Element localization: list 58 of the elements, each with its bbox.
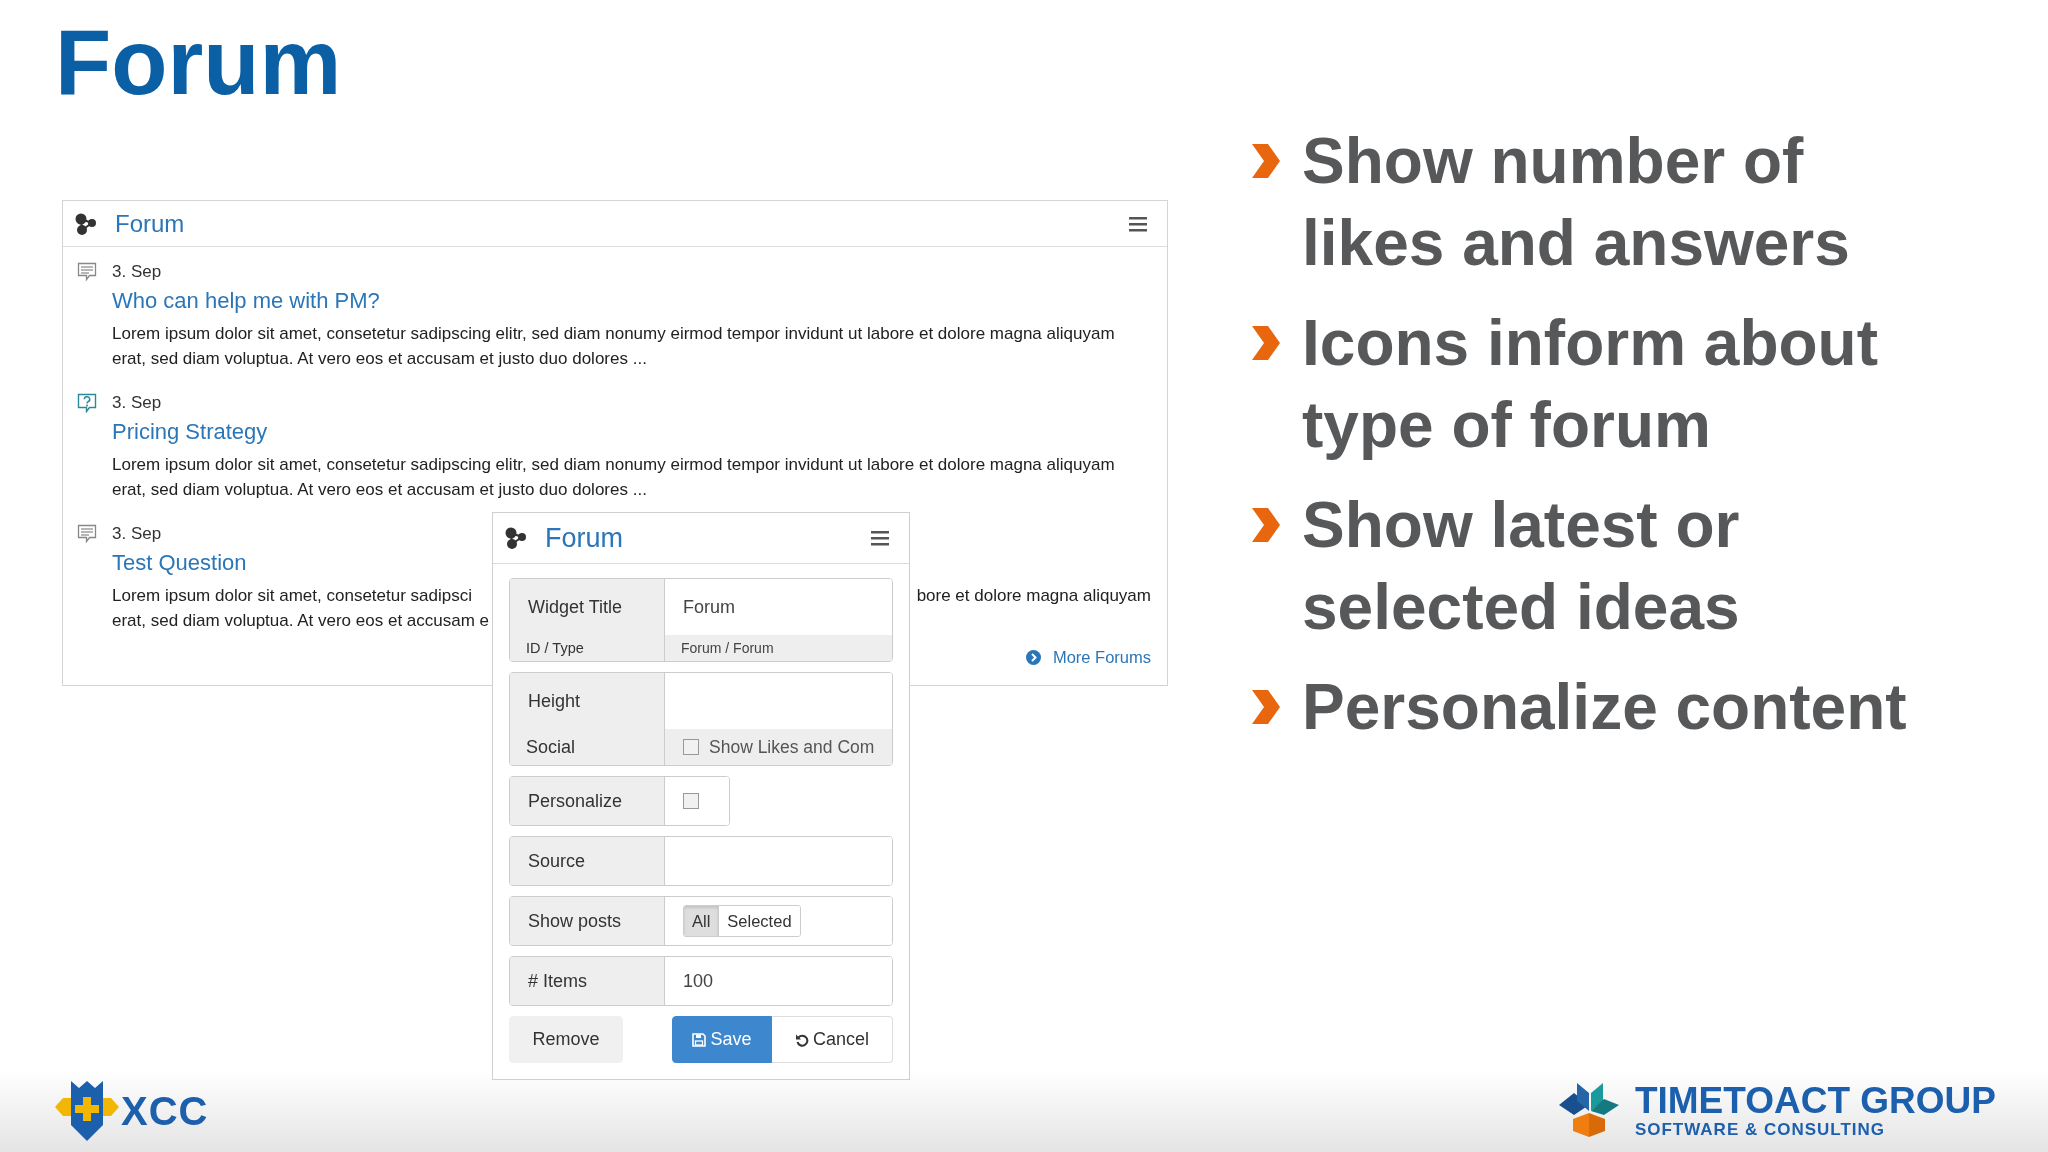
chevron-icon — [1252, 326, 1280, 360]
shield-cross-icon — [55, 1079, 119, 1143]
field-label: Source — [510, 837, 665, 885]
nodes-icon — [75, 212, 97, 235]
cancel-button[interactable]: Cancel — [772, 1016, 893, 1063]
post-text: Lorem ipsum dolor sit amet, consetetur sadipsci — [112, 585, 472, 607]
star-icon — [1558, 1083, 1619, 1139]
logo-text: TIMETOACT GROUP — [1634, 1082, 1996, 1120]
post-text: bore et dolore magna aliquyam — [916, 585, 1151, 607]
logo-tagline: SOFTWARE & CONSULTING — [1634, 1120, 1887, 1140]
bullet-text: Show number of likes and answers — [1302, 124, 1851, 281]
checkbox-label: Show Likes and Com — [709, 736, 875, 758]
id-type-text: Forum / Forum — [681, 640, 774, 656]
bullet-text: Icons inform about type of forum — [1302, 306, 1879, 463]
post-text: erat, sed diam voluptua. At vero eos et accusam et justo duo dolores ... — [112, 348, 647, 370]
field-label: # Items — [510, 957, 665, 1005]
post-date: 3. Sep — [112, 393, 162, 412]
chevron-icon — [1252, 144, 1280, 178]
toggle-option[interactable]: All — [684, 906, 719, 936]
question-icon — [77, 393, 97, 413]
checkbox[interactable] — [683, 739, 699, 755]
more-forums-link[interactable]: More Forums — [1025, 648, 1151, 667]
checkbox[interactable] — [683, 793, 699, 809]
chevron-icon — [1252, 690, 1280, 724]
field-label: Personalize — [510, 777, 665, 825]
post-title-link[interactable]: Pricing Strategy — [112, 419, 268, 444]
post-date: 3. Sep — [112, 262, 162, 281]
save-button[interactable]: Save — [672, 1016, 772, 1063]
panel-title: Forum — [545, 522, 623, 554]
remove-button[interactable]: Remove — [509, 1016, 623, 1063]
bullet-text: Show latest or selected ideas — [1302, 488, 1741, 645]
menu-icon — [1129, 215, 1147, 232]
menu-icon — [871, 530, 889, 546]
post-text: Lorem ipsum dolor sit amet, consetetur sadipscing elitr, sed diam nonumy eirmod tempor invidunt ut labore et dolore magna aliquyam — [112, 323, 1115, 345]
field-label: Show posts — [510, 897, 665, 945]
bullet-text: Personalize content — [1302, 670, 1908, 745]
chevron-icon — [1252, 508, 1280, 542]
toggle-option[interactable]: Selected — [718, 906, 800, 936]
undo-icon — [795, 1032, 809, 1047]
post-title-link[interactable]: Who can help me with PM? — [112, 288, 380, 313]
slide-title: Forum — [54, 10, 342, 108]
nodes-icon — [505, 527, 527, 549]
logo-text: XCC — [121, 1088, 209, 1134]
post-text: erat, sed diam voluptua. At vero eos et accusam e — [112, 610, 490, 632]
field-label: ID / Type — [510, 635, 665, 661]
input-field[interactable]: 100 — [683, 970, 874, 992]
input-field[interactable]: Forum — [683, 596, 874, 618]
chevron-circle-icon — [1025, 650, 1041, 665]
post-text: Lorem ipsum dolor sit amet, consetetur sadipscing elitr, sed diam nonumy eirmod tempor invidunt ut labore et dolore magna aliquyam — [112, 454, 1115, 476]
discussion-icon — [77, 262, 97, 282]
field-label: Height — [510, 673, 665, 729]
field-label: Widget Title — [510, 579, 665, 635]
post-text: erat, sed diam voluptua. At vero eos et accusam et justo duo dolores ... — [112, 479, 647, 501]
post-title-link[interactable]: Test Question — [112, 550, 247, 575]
widget-title: Forum — [115, 209, 185, 238]
post-date: 3. Sep — [112, 524, 162, 543]
field-label: Social — [510, 729, 665, 765]
discussion-icon — [77, 524, 97, 544]
